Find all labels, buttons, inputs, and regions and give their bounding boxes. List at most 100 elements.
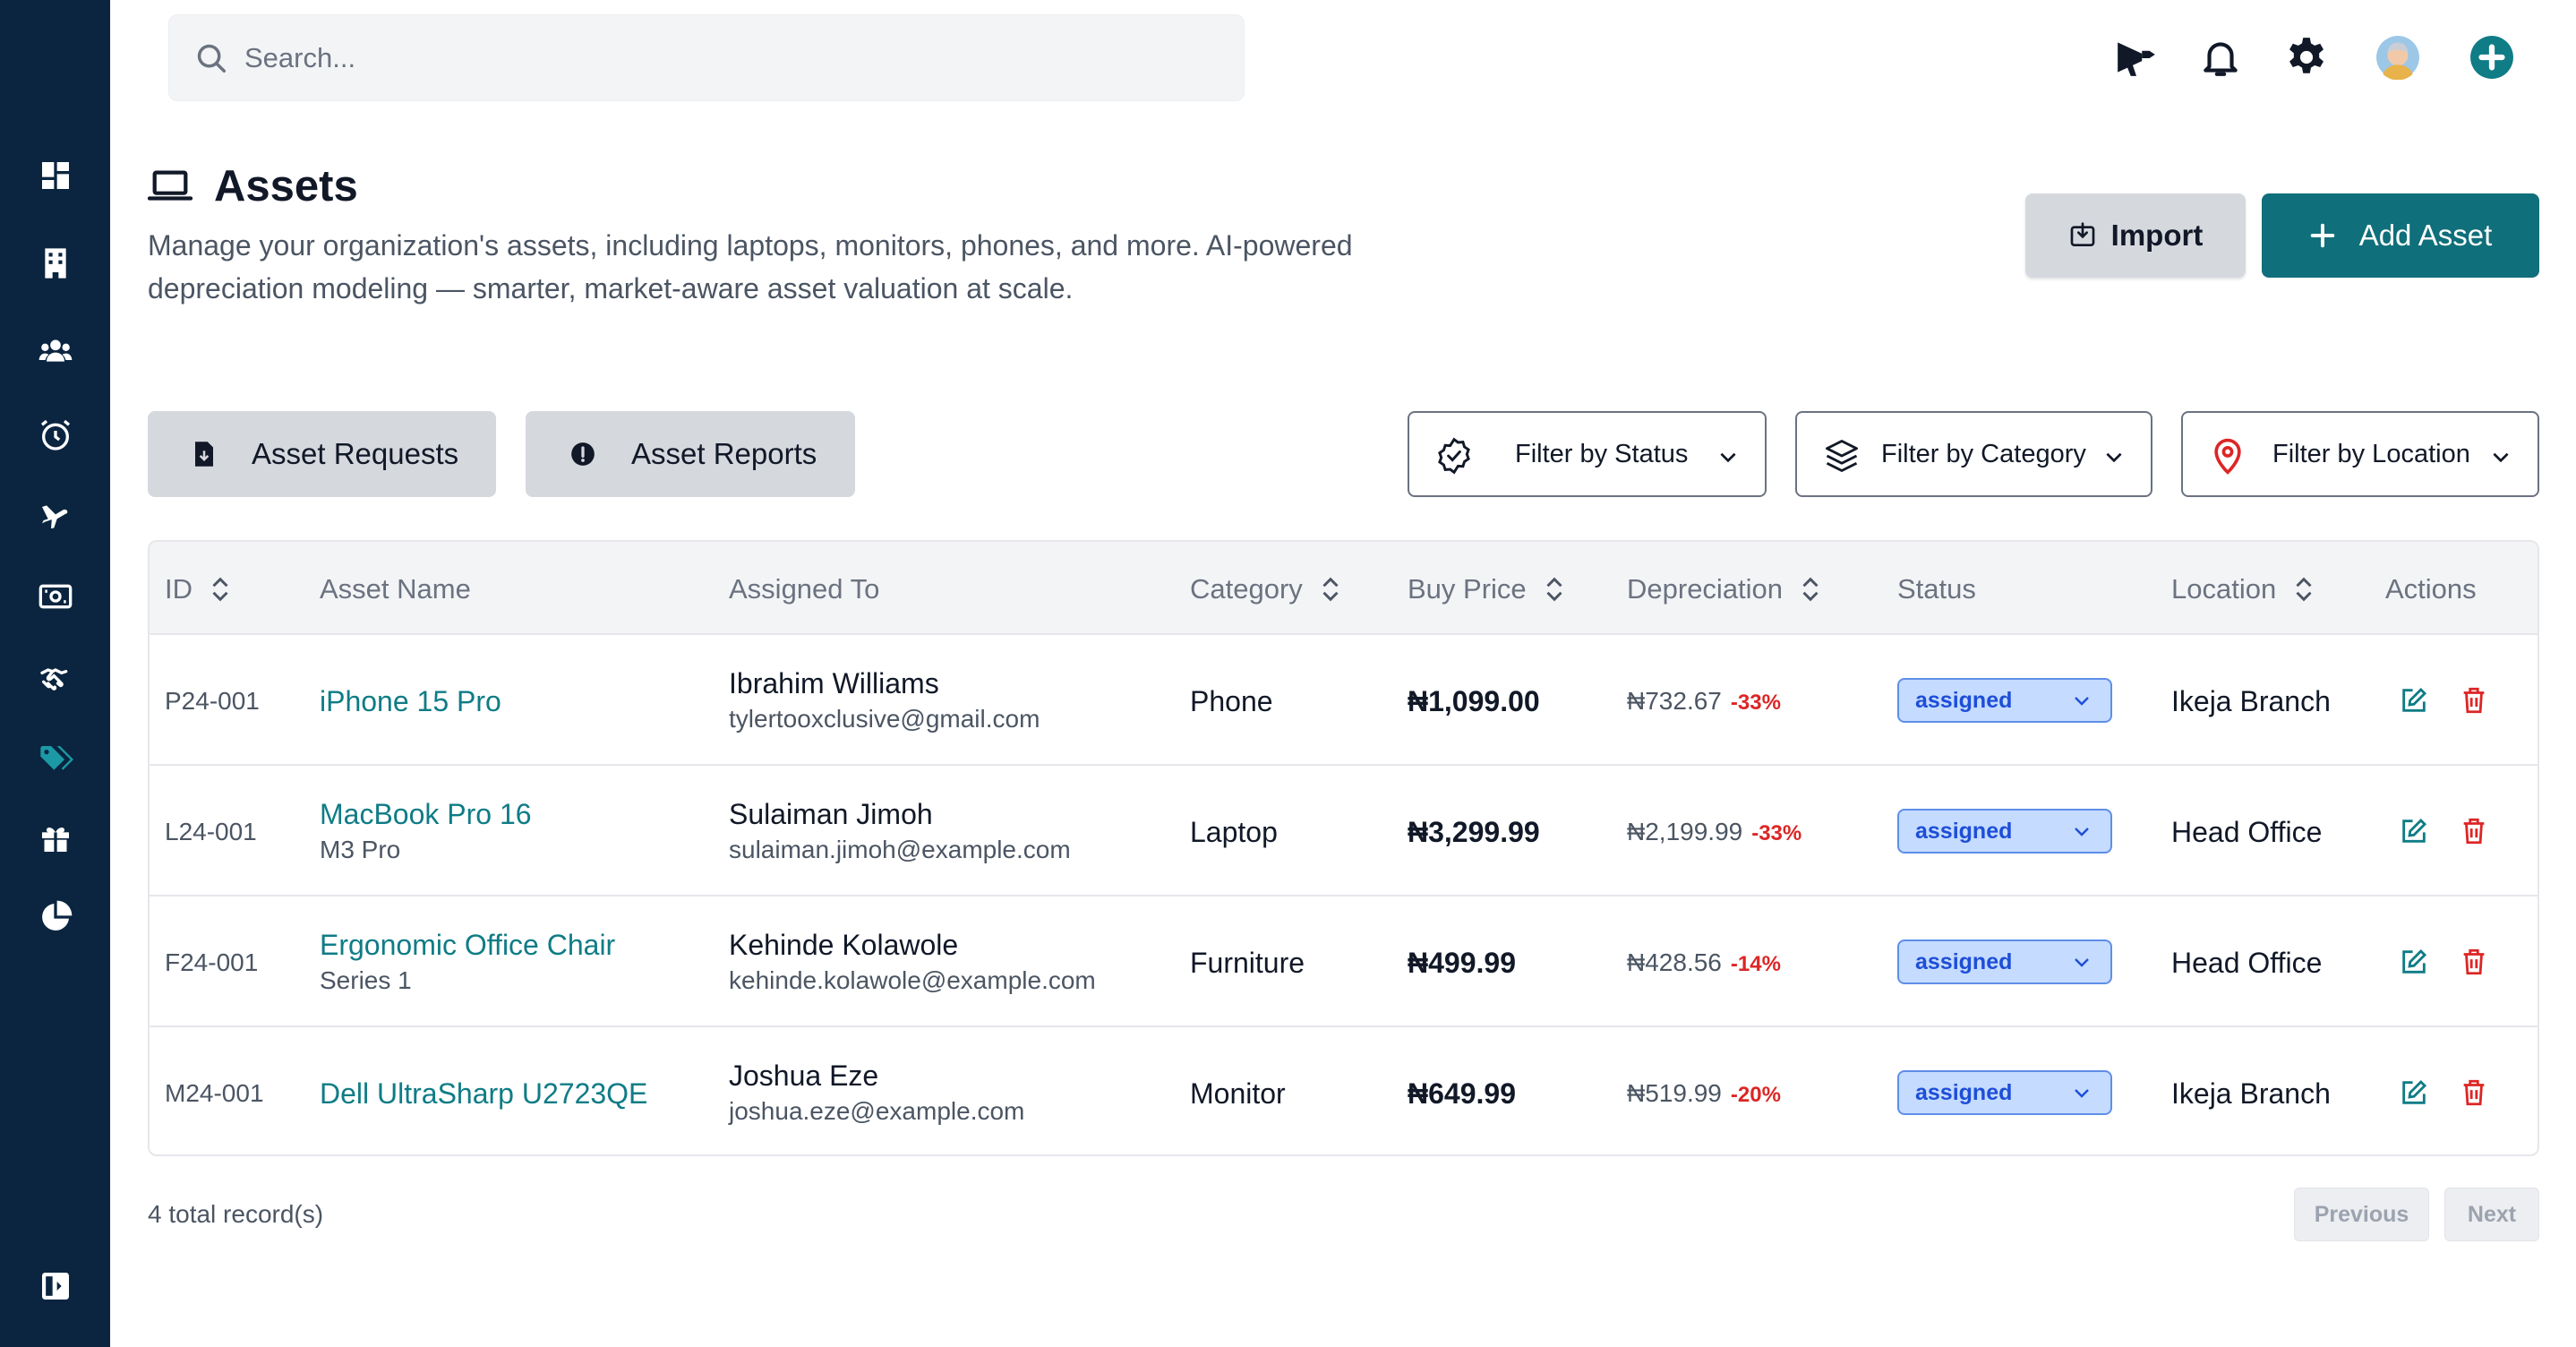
asset-reports-button[interactable]: Asset Reports — [526, 411, 855, 497]
plus-icon — [2310, 223, 2334, 248]
tags-icon — [39, 746, 73, 770]
column-category[interactable]: Category — [1190, 573, 1342, 605]
delete-button[interactable] — [2457, 683, 2491, 717]
assignee-name: Kehinde Kolawole — [729, 929, 959, 961]
buy-price: ₦649.99 — [1408, 1077, 1516, 1110]
column-location[interactable]: Location — [2171, 573, 2315, 605]
delete-button[interactable] — [2457, 1076, 2491, 1110]
asset-requests-button[interactable]: Asset Requests — [148, 411, 496, 497]
assignee-name: Ibrahim Williams — [729, 667, 939, 699]
asset-location: Ikeja Branch — [2171, 1077, 2331, 1110]
edit-button[interactable] — [2397, 1076, 2431, 1110]
search-input[interactable] — [244, 41, 1140, 74]
sidebar-item-reports[interactable] — [0, 890, 110, 944]
record-count: 4 total record(s) — [148, 1200, 324, 1228]
status-value: assigned — [1915, 948, 2013, 974]
depreciation-percent: -20% — [1730, 1083, 1781, 1107]
depreciated-amount: ₦2,199.99 — [1627, 818, 1743, 845]
depreciation-value: ₦428.56 -14% — [1627, 948, 1781, 977]
filter-location[interactable]: Filter by Location — [2181, 411, 2539, 497]
gift-icon — [41, 827, 69, 852]
column-status: Status — [1897, 573, 1976, 605]
delete-button[interactable] — [2457, 814, 2491, 848]
asset-id: P24-001 — [165, 687, 260, 715]
buy-price: ₦3,299.99 — [1408, 816, 1540, 848]
status-select[interactable]: assigned — [1897, 939, 2112, 984]
filter-status-label: Filter by Status — [1515, 440, 1689, 468]
column-asset-name: Asset Name — [320, 573, 471, 605]
column-id[interactable]: ID — [165, 573, 232, 605]
table-row[interactable]: M24-001 Dell UltraSharp U2723QE Joshua E… — [150, 1027, 2537, 1154]
status-select[interactable]: assigned — [1897, 678, 2112, 723]
column-depreciation[interactable]: Depreciation — [1627, 573, 1822, 605]
plane-icon — [41, 505, 67, 529]
column-label: Asset Name — [320, 573, 471, 605]
edit-button[interactable] — [2397, 945, 2431, 979]
search-bar[interactable] — [168, 14, 1245, 101]
asset-name-link[interactable]: MacBook Pro 16 — [320, 798, 532, 831]
buy-price: ₦1,099.00 — [1408, 685, 1540, 717]
filter-category[interactable]: Filter by Category — [1795, 411, 2152, 497]
edit-icon — [2402, 1079, 2427, 1104]
assignee-email: sulaiman.jimoh@example.com — [729, 836, 1071, 863]
sort-icon — [2296, 577, 2312, 602]
quick-create-button[interactable] — [2463, 29, 2520, 86]
asset-model: M3 Pro — [320, 836, 401, 863]
status-value: assigned — [1915, 1079, 2013, 1105]
dashboard-icon — [41, 162, 69, 189]
depreciated-amount: ₦428.56 — [1627, 948, 1722, 976]
status-value: assigned — [1915, 818, 2013, 844]
column-label: Actions — [2385, 573, 2477, 605]
asset-category: Furniture — [1190, 947, 1305, 979]
asset-reports-label: Asset Reports — [631, 437, 817, 470]
status-select[interactable]: assigned — [1897, 809, 2112, 854]
sidebar-item-benefits[interactable] — [0, 811, 110, 865]
table-row[interactable]: P24-001 iPhone 15 Pro Ibrahim Williams t… — [150, 635, 2537, 766]
import-button[interactable]: Import — [2025, 193, 2246, 278]
edit-button[interactable] — [2397, 814, 2431, 848]
sidebar-item-finance[interactable] — [0, 570, 110, 623]
sidebar-item-users[interactable] — [0, 324, 110, 378]
sidebar-item-schedule[interactable] — [0, 408, 110, 462]
asset-category: Laptop — [1190, 816, 1278, 848]
asset-id: L24-001 — [165, 818, 257, 845]
user-avatar[interactable] — [2369, 29, 2426, 86]
building-icon — [44, 248, 66, 279]
trash-icon — [2463, 818, 2485, 845]
delete-button[interactable] — [2457, 945, 2491, 979]
next-page-button[interactable]: Next — [2444, 1188, 2539, 1241]
table-row[interactable]: F24-001 Ergonomic Office Chair Series 1 … — [150, 897, 2537, 1027]
import-icon — [2070, 222, 2094, 246]
sidebar-item-dashboard[interactable] — [0, 149, 110, 202]
chevron-down-icon — [2493, 452, 2509, 463]
sidebar-item-buildings[interactable] — [0, 236, 110, 290]
asset-location: Head Office — [2171, 947, 2323, 979]
edit-button[interactable] — [2397, 683, 2431, 717]
sidebar-toggle[interactable] — [0, 1259, 110, 1313]
import-label: Import — [2110, 219, 2204, 252]
settings-button[interactable] — [2278, 29, 2335, 86]
asset-location: Ikeja Branch — [2171, 685, 2331, 717]
add-asset-button[interactable]: Add Asset — [2262, 193, 2539, 278]
asset-name-link[interactable]: Dell UltraSharp U2723QE — [320, 1077, 647, 1111]
table-row[interactable]: L24-001 MacBook Pro 16 M3 Pro Sulaiman J… — [150, 766, 2537, 897]
column-label: Category — [1190, 573, 1303, 605]
column-buy-price[interactable]: Buy Price — [1408, 573, 1566, 605]
edit-icon — [2402, 818, 2427, 843]
sidebar-item-travel[interactable] — [0, 489, 110, 543]
asset-name-link[interactable]: iPhone 15 Pro — [320, 685, 501, 718]
sidebar-item-partners[interactable] — [0, 652, 110, 706]
previous-page-button[interactable]: Previous — [2294, 1188, 2429, 1241]
assignee-name: Sulaiman Jimoh — [729, 798, 933, 830]
sidebar-item-assets[interactable] — [0, 733, 110, 786]
notifications-button[interactable] — [2192, 29, 2249, 86]
page-header: Assets — [148, 161, 358, 211]
filter-status[interactable]: Filter by Status — [1408, 411, 1767, 497]
announcements-button[interactable] — [2108, 29, 2165, 86]
status-select[interactable]: assigned — [1897, 1070, 2112, 1115]
asset-category: Monitor — [1190, 1077, 1286, 1110]
asset-name-link[interactable]: Ergonomic Office Chair — [320, 929, 615, 962]
page-description: Manage your organization's assets, inclu… — [148, 229, 1353, 305]
assignee-email: tylertooxclusive@gmail.com — [729, 705, 1040, 733]
bell-icon — [2204, 42, 2238, 76]
